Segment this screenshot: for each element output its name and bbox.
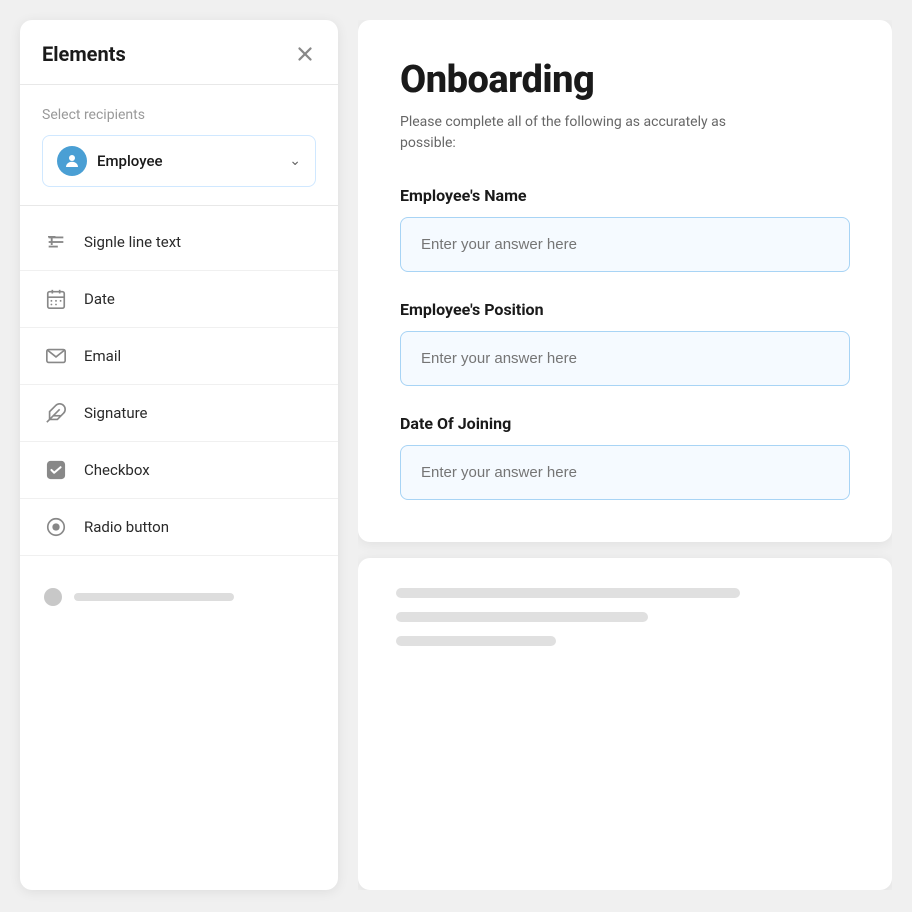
radio-icon bbox=[44, 515, 68, 539]
check-square-icon bbox=[44, 458, 68, 482]
employee-position-input[interactable] bbox=[400, 331, 850, 386]
recipient-name: Employee bbox=[97, 152, 279, 170]
toggle-bar bbox=[74, 593, 234, 601]
envelope-icon bbox=[44, 344, 68, 368]
app-container: Elements Select recipients Employee ⌄ bbox=[0, 0, 912, 912]
sidebar: Elements Select recipients Employee ⌄ bbox=[20, 20, 338, 890]
field-employee-position: Employee's Position bbox=[400, 300, 850, 386]
date-of-joining-label: Date Of Joining bbox=[400, 414, 850, 433]
sidebar-header: Elements bbox=[20, 20, 338, 85]
sidebar-item-date[interactable]: Date bbox=[20, 271, 338, 328]
skeleton-line-2 bbox=[396, 612, 648, 622]
main-content: Onboarding Please complete all of the fo… bbox=[358, 20, 892, 890]
sidebar-item-label: Radio button bbox=[84, 518, 169, 536]
skeleton-line-3 bbox=[396, 636, 556, 646]
form-title: Onboarding bbox=[400, 58, 850, 102]
form-description: Please complete all of the following as … bbox=[400, 112, 740, 154]
sidebar-footer bbox=[20, 564, 338, 624]
sidebar-item-email[interactable]: Email bbox=[20, 328, 338, 385]
sidebar-item-checkbox[interactable]: Checkbox bbox=[20, 442, 338, 499]
svg-text:T: T bbox=[48, 234, 56, 249]
sidebar-items: T Signle line text bbox=[20, 206, 338, 564]
date-of-joining-input[interactable] bbox=[400, 445, 850, 500]
sidebar-item-label: Email bbox=[84, 347, 121, 365]
chevron-down-icon: ⌄ bbox=[289, 153, 301, 169]
calendar-icon bbox=[44, 287, 68, 311]
close-icon[interactable] bbox=[294, 43, 316, 65]
sidebar-item-label: Date bbox=[84, 290, 115, 308]
sidebar-item-label: Signle line text bbox=[84, 233, 181, 251]
form-card: Onboarding Please complete all of the fo… bbox=[358, 20, 892, 542]
employee-name-input[interactable] bbox=[400, 217, 850, 272]
sidebar-item-signature[interactable]: Signature bbox=[20, 385, 338, 442]
feather-icon bbox=[44, 401, 68, 425]
field-date-of-joining: Date Of Joining bbox=[400, 414, 850, 500]
text-icon: T bbox=[44, 230, 68, 254]
toggle-circle bbox=[44, 588, 62, 606]
field-employee-name: Employee's Name bbox=[400, 186, 850, 272]
recipient-dropdown[interactable]: Employee ⌄ bbox=[42, 135, 316, 187]
recipients-label: Select recipients bbox=[42, 107, 316, 123]
sidebar-title: Elements bbox=[42, 42, 126, 66]
sidebar-item-label: Checkbox bbox=[84, 461, 150, 479]
employee-position-label: Employee's Position bbox=[400, 300, 850, 319]
employee-name-label: Employee's Name bbox=[400, 186, 850, 205]
skeleton-card bbox=[358, 558, 892, 890]
recipients-section: Select recipients Employee ⌄ bbox=[20, 85, 338, 206]
sidebar-item-radio[interactable]: Radio button bbox=[20, 499, 338, 556]
sidebar-item-single-line-text[interactable]: T Signle line text bbox=[20, 214, 338, 271]
sidebar-item-label: Signature bbox=[84, 404, 148, 422]
skeleton-line-1 bbox=[396, 588, 740, 598]
avatar bbox=[57, 146, 87, 176]
